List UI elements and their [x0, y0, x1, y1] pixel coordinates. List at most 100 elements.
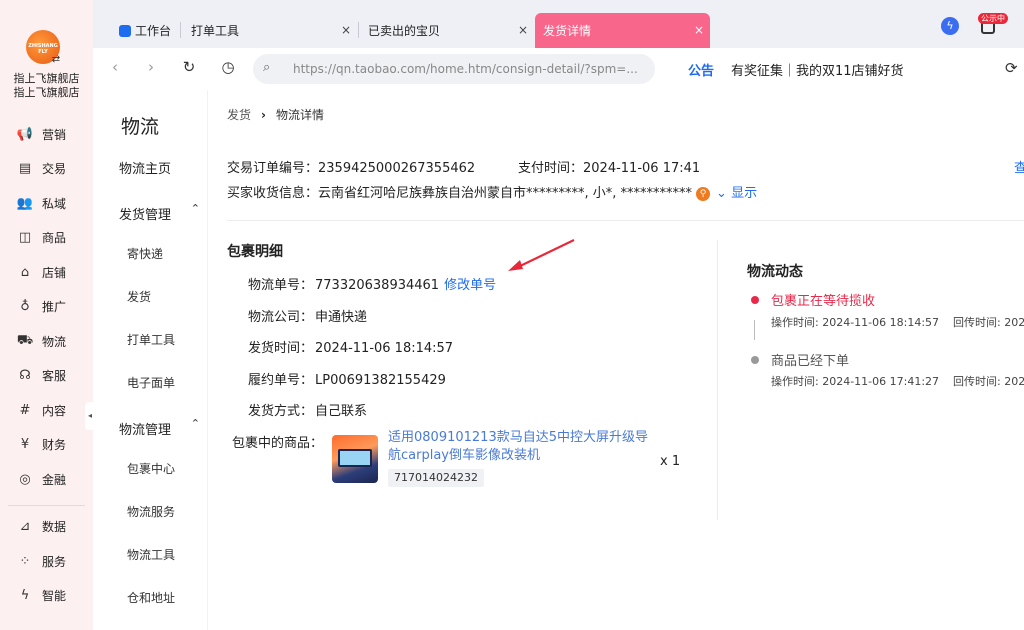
nav-item-store[interactable]: ⌂ 店铺: [0, 255, 93, 290]
breadcrumb: 发货 › 物流详情: [227, 106, 324, 123]
field-label: 包裹中的商品：: [231, 436, 323, 451]
nav-item-marketing[interactable]: 📢 营销: [0, 117, 93, 152]
subnav-item-home[interactable]: 物流主页: [93, 158, 208, 177]
chevron-down-icon: ⌄: [716, 186, 732, 201]
privacy-shield-icon: ⚲: [696, 186, 711, 201]
tab-bar: 工作台 打单工具 × 已卖出的宝贝 × 发货详情 × ϟ 公示中: [93, 0, 1024, 48]
main-content: 发货 › 物流详情 交易订单编号：2359425000267355462 支付时间：…: [208, 90, 1024, 630]
breadcrumb-parent[interactable]: 发货: [227, 108, 251, 122]
tab-sold-items[interactable]: 已卖出的宝贝 ×: [368, 13, 534, 48]
nav-item-banking[interactable]: ◎ 金融: [0, 462, 93, 497]
tab-label: 打单工具: [191, 24, 240, 38]
subnav-item-send-express[interactable]: 寄快递: [93, 245, 208, 262]
nav-item-goods[interactable]: ◫ 商品: [0, 221, 93, 256]
buyer-info-row: 买家收货信息：云南省红河哈尼族彝族自治州蒙自市*********, 小*, **…: [227, 182, 757, 201]
section-divider: [227, 220, 1024, 221]
subnav-item-logistics-tools[interactable]: 物流工具: [93, 546, 208, 563]
history-icon[interactable]: ◷: [218, 58, 238, 76]
order-number: 2359425000267355462: [318, 161, 476, 176]
product-screen-graphic: [338, 449, 372, 467]
nav-item-content[interactable]: # 内容: [0, 393, 93, 428]
nav-label: 服务: [42, 554, 67, 569]
timeline-meta: 操作时间: 2024-11-06 17:41:27 回传时间: 2024-1: [771, 373, 1024, 389]
collapse-sidebar-handle[interactable]: ◂: [85, 402, 95, 430]
timeline-dot: [751, 356, 759, 364]
subnav-item-logistics-service[interactable]: 物流服务: [93, 503, 208, 520]
subnav-item-warehouse-address[interactable]: 仓和地址: [93, 589, 208, 606]
subnav-item-waybill[interactable]: 电子面单: [93, 374, 208, 391]
nav-item-data[interactable]: ⊿ 数据: [0, 510, 93, 545]
tab-shipping-detail[interactable]: 发货详情 ×: [535, 13, 710, 48]
grid-icon: ⁘: [19, 553, 31, 569]
sync-icon[interactable]: ⟳: [1005, 59, 1018, 77]
status-badge: 公示中: [978, 13, 1008, 24]
nav-item-ai[interactable]: ϟ 智能: [0, 579, 93, 614]
nav-item-private[interactable]: 👥 私域: [0, 186, 93, 221]
timeline-meta: 操作时间: 2024-11-06 18:14:57 回传时间: 2024-1: [771, 314, 1024, 330]
product-id: 717014024232: [388, 469, 484, 487]
carrier-name: 申通快递: [315, 310, 368, 325]
nav-divider: [8, 504, 85, 506]
chart-icon: ⊿: [19, 519, 31, 535]
tab-print-tool[interactable]: 打单工具 ×: [191, 13, 357, 48]
notice-link[interactable]: 有奖征集｜我的双11店铺好货: [731, 60, 904, 79]
callback-time: 2024-1: [1004, 375, 1024, 388]
url-field[interactable]: ⌕ https://qn.taobao.com/home.htm/consign…: [253, 54, 655, 84]
search-icon: ⌕: [263, 60, 271, 75]
close-icon[interactable]: ×: [518, 23, 528, 37]
show-info-button[interactable]: ⌄ 显示: [716, 186, 757, 201]
refresh-icon[interactable]: ↻: [179, 58, 199, 76]
product-thumbnail[interactable]: [332, 435, 378, 483]
buyer-info-label: 买家收货信息：: [227, 186, 319, 201]
nav-item-services[interactable]: ⁘ 服务: [0, 544, 93, 579]
pay-time-value: 2024-11-06 17:41: [583, 161, 701, 176]
switch-shop-icon[interactable]: ⇄: [50, 54, 62, 66]
group-label: 物流管理: [119, 423, 172, 438]
shop-name[interactable]: 指上飞旗舰店 指上飞旗舰店: [0, 72, 93, 100]
nav-label: 物流: [42, 334, 67, 349]
subnav-item-print-tool[interactable]: 打单工具: [93, 331, 208, 348]
order-number-label: 交易订单编号：: [227, 161, 319, 176]
subnav-item-package-center[interactable]: 包裹中心: [93, 460, 208, 477]
nav-item-promotion[interactable]: ♁ 推广: [0, 290, 93, 325]
view-link[interactable]: 查: [1014, 157, 1024, 176]
subnav-group-shipping[interactable]: 发货管理 ⌃: [93, 202, 208, 223]
nav-label: 智能: [42, 589, 67, 604]
bulb-icon: ♁: [20, 299, 30, 315]
headset-icon: ☊: [19, 368, 31, 384]
tab-label: 发货详情: [543, 24, 592, 38]
close-icon[interactable]: ×: [341, 23, 351, 37]
column-divider: [717, 240, 718, 520]
coin-icon: ◎: [19, 471, 31, 487]
op-time-label: 操作时间:: [771, 375, 819, 388]
nav-item-logistics[interactable]: ⛟ 物流: [0, 324, 93, 359]
callback-time-label: 回传时间:: [953, 375, 1001, 388]
users-icon: 👥: [16, 195, 34, 211]
forward-icon[interactable]: ›: [141, 58, 161, 76]
url-text: https://qn.taobao.com/home.htm/consign-d…: [293, 62, 638, 76]
nav-item-service[interactable]: ☊ 客服: [0, 359, 93, 394]
pay-time-row: 支付时间：2024-11-06 17:41: [518, 157, 700, 176]
nav-label: 财务: [42, 438, 67, 453]
nav-label: 客服: [42, 369, 67, 384]
subnav-item-ship[interactable]: 发货: [93, 288, 208, 305]
nav-item-finance[interactable]: ¥ 财务: [0, 428, 93, 463]
nav-item-trade[interactable]: ▤ 交易: [0, 152, 93, 187]
bolt-icon[interactable]: ϟ: [941, 17, 959, 35]
edit-tracking-link[interactable]: 修改单号: [444, 278, 496, 293]
breadcrumb-current: 物流详情: [275, 108, 324, 122]
hashtag-icon: #: [19, 402, 31, 418]
tab-separator: [358, 22, 359, 38]
timeline-status: 商品已经下单: [771, 354, 850, 369]
close-icon[interactable]: ×: [694, 23, 704, 37]
main-nav: 📢 营销 ▤ 交易 👥 私域 ◫ 商品 ⌂ 店铺 ♁ 推广 ⛟ 物流 ☊ 客服 # 内容 ¥ 财务 …: [0, 117, 93, 613]
back-icon[interactable]: ‹: [105, 58, 125, 76]
nav-label: 数据: [42, 520, 67, 535]
product-title-link[interactable]: 适用0809101213款马自达5中控大屏升级导航carplay倒车影像改装机: [388, 429, 658, 465]
field-label: 发货方式：: [247, 404, 313, 419]
yen-icon: ¥: [20, 437, 30, 453]
subnav-group-logistics[interactable]: 物流管理 ⌃: [93, 417, 208, 438]
op-time: 2024-11-06 18:14:57: [822, 316, 940, 329]
shop-name-line1: 指上飞旗舰店: [13, 72, 80, 85]
tab-label: 工作台: [135, 24, 172, 38]
